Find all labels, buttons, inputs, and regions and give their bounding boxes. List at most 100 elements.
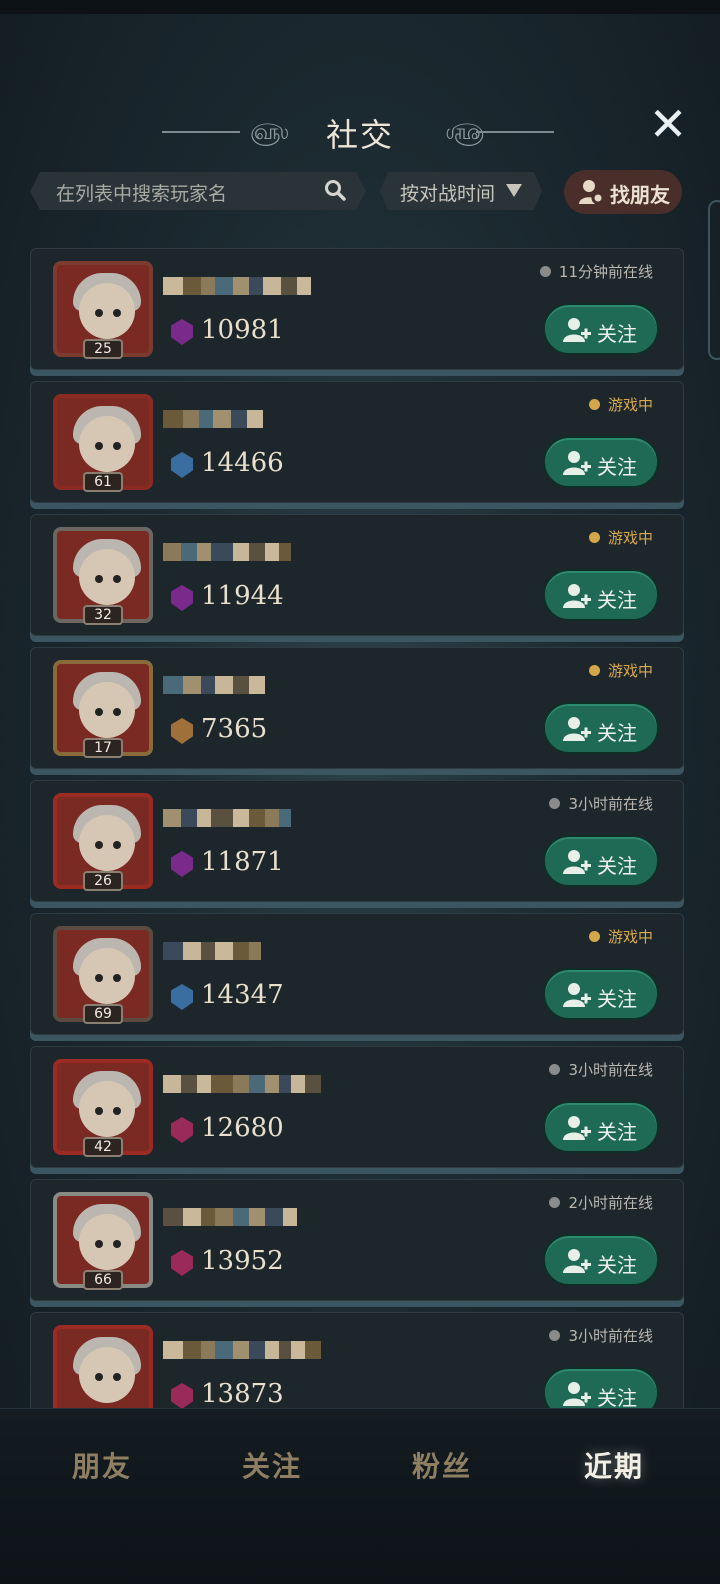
follow-button[interactable]: 关注 [543,835,659,887]
follow-button[interactable]: 关注 [543,1101,659,1153]
avatar-face [79,682,135,738]
status-text: 3小时前在线 [568,795,653,813]
pixel-block [231,410,247,428]
pixel-block [163,543,181,561]
pixel-block [197,809,211,827]
avatar-eye [95,575,103,583]
pixel-block [265,1341,279,1359]
pixel-block [233,942,249,960]
pixel-block [249,1341,265,1359]
level-badge: 25 [83,339,123,359]
follow-button[interactable]: 关注 [543,569,659,621]
avatar-face [79,1214,135,1270]
status-dot-icon [588,399,600,410]
pixel-block [201,942,215,960]
pixel-block [291,1075,305,1093]
online-status: 11分钟前在线 [539,261,653,282]
pixel-block [199,410,213,428]
pixel-block [279,543,291,561]
player-card[interactable]: 69 14347 游戏中 关注 [30,913,684,1035]
status-dot-icon [549,1064,561,1075]
pixel-block [211,1075,233,1093]
rank-score: 13952 [201,1246,284,1276]
player-card[interactable]: 26 11871 3小时前在线 关注 [30,780,684,902]
tab-friends[interactable]: 朋友 [42,1445,162,1485]
tab-following[interactable]: 关注 [212,1445,332,1485]
player-list[interactable]: 25 10981 11分钟前在线 关注 61 14466 游戏中 关注 32 11944 游戏中 关注… [0,248,720,1408]
pixel-block [247,410,263,428]
rank-score: 10981 [201,315,284,345]
pixel-block [163,277,183,295]
pixel-block [249,543,265,561]
sort-dropdown[interactable]: 按对战时间 [380,172,542,210]
follow-button[interactable]: 关注 [543,968,659,1020]
follow-button[interactable]: 关注 [543,1234,659,1286]
follow-label: 关注 [597,854,637,878]
search-input[interactable]: 在列表中搜索玩家名 [30,172,366,210]
pixel-block [265,543,279,561]
find-friend-label: 找朋友 [610,183,670,207]
swirl-ornament-icon: ௵ [446,120,485,145]
follow-button[interactable]: 关注 [543,702,659,754]
close-icon[interactable]: ✕ [646,101,690,148]
player-name-pixelated [163,537,291,567]
rank-badge-icon [171,984,193,1010]
add-user-icon [563,451,591,475]
rank-score: 14466 [201,448,284,478]
add-user-icon [563,1382,591,1406]
follow-label: 关注 [597,588,637,612]
pixel-block [183,410,199,428]
find-friend-button[interactable]: 找朋友 [564,170,682,214]
avatar-face [79,1347,135,1403]
player-card[interactable]: 42 12680 3小时前在线 关注 [30,1046,684,1168]
tab-recent[interactable]: 近期 [554,1445,674,1485]
avatar-eye [113,1107,121,1115]
online-status: 2小时前在线 [549,1192,653,1213]
avatar-eye [95,1240,103,1248]
follow-button[interactable]: 关注 [543,303,659,355]
follow-label: 关注 [597,721,637,745]
avatar-eye [95,442,103,450]
follow-button[interactable]: 关注 [543,436,659,488]
player-card[interactable]: 13873 3小时前在线 关注 [30,1312,684,1408]
player-card[interactable]: 17 7365 游戏中 关注 [30,647,684,769]
avatar-eye [113,442,121,450]
avatar-eye [113,309,121,317]
pixel-block [265,1075,279,1093]
pixel-block [291,1341,305,1359]
status-dot-icon [588,665,600,676]
avatar-face [79,1081,135,1137]
avatar-eye [113,841,121,849]
level-badge: 61 [83,472,123,492]
pixel-block [279,1341,291,1359]
pixel-block [163,1075,181,1093]
follow-button[interactable]: 关注 [543,1367,659,1408]
triangle-down-icon [506,184,522,197]
status-text: 游戏中 [607,662,653,680]
pixel-block [233,1208,249,1226]
rank-score: 12680 [201,1113,284,1143]
avatar-eye [113,1373,121,1381]
player-card[interactable]: 32 11944 游戏中 关注 [30,514,684,636]
avatar[interactable] [53,1325,153,1408]
avatar-eye [113,1240,121,1248]
rank-badge-icon [171,319,193,345]
pixel-block [265,1208,283,1226]
pixel-block [233,1341,249,1359]
avatar-eye [95,1373,103,1381]
player-card[interactable]: 25 10981 11分钟前在线关注 [30,248,684,370]
pixel-block [215,1208,233,1226]
follow-label: 关注 [597,1120,637,1144]
pixel-block [215,1341,233,1359]
player-card[interactable]: 61 14466 游戏中 关注 [30,381,684,503]
search-icon[interactable] [324,179,346,201]
pixel-block [297,277,311,295]
player-card[interactable]: 66 13952 2小时前在线 关注 [30,1179,684,1301]
pixel-block [211,543,233,561]
tab-fans[interactable]: 粉丝 [382,1445,502,1485]
avatar-eye [113,974,121,982]
add-user-icon [563,717,591,741]
online-status: 游戏中 [588,926,653,947]
add-user-icon [563,850,591,874]
sort-label: 按对战时间 [400,183,496,205]
